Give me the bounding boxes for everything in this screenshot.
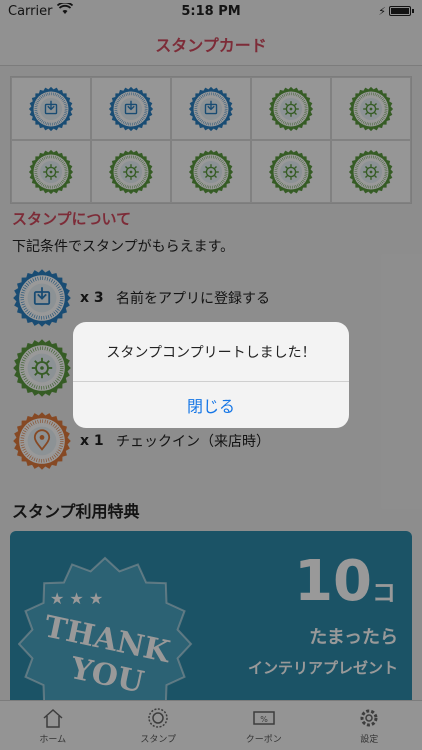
close-button[interactable]: 閉じる	[73, 382, 349, 428]
alert-dialog: スタンプコンプリートしました！ 閉じる	[73, 322, 349, 428]
alert-message: スタンプコンプリートしました！	[73, 322, 349, 382]
